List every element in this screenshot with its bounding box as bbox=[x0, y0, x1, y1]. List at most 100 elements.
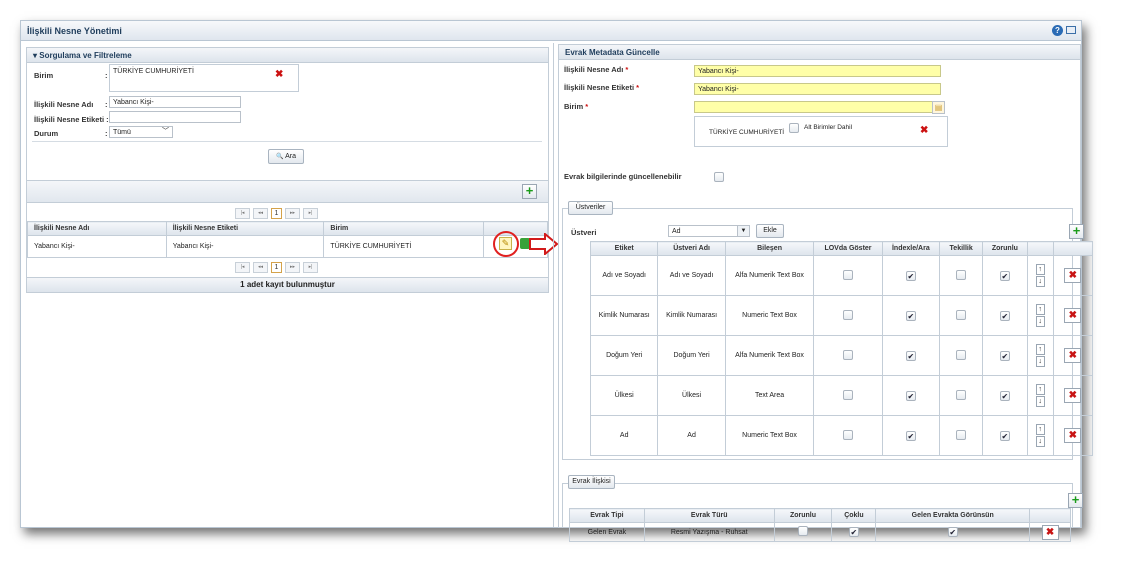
meta-nesne-etiketi-input[interactable]: Yabancı Kişi- bbox=[694, 83, 941, 95]
move-up-icon[interactable]: ↑ bbox=[1035, 344, 1045, 355]
delete-ustveri-button[interactable]: ✖ bbox=[1064, 308, 1082, 323]
zorunlu-checkbox[interactable]: ✔ bbox=[999, 430, 1010, 441]
table-row[interactable]: Ülkesi Ülkesi Text Area ✔ ✔ ↑ ↓ ✖ bbox=[589, 375, 1094, 416]
column-header[interactable]: Çoklu bbox=[831, 508, 877, 523]
delete-ustveri-button[interactable]: ✖ bbox=[1064, 388, 1082, 403]
filter-nesne-etiketi-input[interactable] bbox=[109, 111, 241, 123]
table-row[interactable]: Adı ve Soyadı Adı ve Soyadı Alfa Numerik T… bbox=[589, 255, 1094, 296]
lov-checkbox[interactable] bbox=[843, 349, 853, 360]
column-header[interactable]: Zorunlu bbox=[773, 508, 833, 523]
lov-checkbox[interactable] bbox=[843, 309, 853, 320]
edit-icon[interactable]: ✎ bbox=[499, 237, 512, 250]
column-header[interactable]: Zorunlu bbox=[982, 241, 1028, 256]
folder-picker-icon[interactable]: ▤ bbox=[932, 101, 945, 114]
lov-checkbox[interactable] bbox=[843, 389, 853, 400]
search-button[interactable]: 🔍 Ara bbox=[268, 149, 304, 164]
ustveriler-legend[interactable]: Üstveriler bbox=[568, 201, 613, 215]
pager-last-button[interactable]: ▸| bbox=[303, 208, 318, 219]
gorunsun-checkbox[interactable]: ✔ bbox=[947, 527, 958, 537]
zorunlu-checkbox[interactable]: ✔ bbox=[999, 350, 1010, 361]
move-down-icon[interactable]: ↓ bbox=[1035, 316, 1045, 327]
window-icon[interactable] bbox=[1066, 26, 1076, 34]
column-header[interactable]: Üstveri Adı bbox=[657, 241, 726, 256]
move-up-icon[interactable]: ↑ bbox=[1035, 424, 1045, 435]
move-down-icon[interactable]: ↓ bbox=[1035, 356, 1045, 367]
move-down-icon[interactable]: ↓ bbox=[1035, 436, 1045, 447]
metadata-header: Evrak Metadata Güncelle bbox=[559, 45, 1080, 60]
column-header[interactable]: Bileşen bbox=[724, 241, 815, 256]
pager-prev-button[interactable]: ◂◂ bbox=[253, 262, 268, 273]
remove-birim-icon[interactable]: ✖ bbox=[275, 69, 283, 80]
guncellenebilir-checkbox[interactable] bbox=[714, 172, 724, 182]
ekle-button[interactable]: Ekle bbox=[756, 224, 784, 238]
cell-delete: ✖ bbox=[1052, 415, 1094, 456]
index-checkbox[interactable]: ✔ bbox=[905, 390, 916, 401]
lov-checkbox[interactable] bbox=[843, 269, 853, 280]
pager-first-button[interactable]: |◂ bbox=[235, 208, 250, 219]
index-checkbox[interactable]: ✔ bbox=[905, 430, 916, 441]
table-row[interactable]: Gelen Evrak Resmi Yazışma - Ruhsat ✔ ✔ ✖ bbox=[569, 522, 1071, 542]
move-up-icon[interactable]: ↑ bbox=[1035, 264, 1045, 275]
zorunlu-checkbox[interactable]: ✔ bbox=[999, 390, 1010, 401]
column-header[interactable]: Tekillik bbox=[939, 241, 984, 256]
column-header[interactable]: Birim bbox=[323, 221, 485, 236]
column-header[interactable]: Evrak Tipi bbox=[569, 508, 645, 523]
delete-ustveri-button[interactable]: ✖ bbox=[1064, 428, 1082, 443]
remove-birim-icon[interactable]: ✖ bbox=[920, 125, 928, 136]
pager-next-button[interactable]: ▸▸ bbox=[285, 208, 300, 219]
tekil-checkbox[interactable] bbox=[956, 309, 967, 320]
add-record-button[interactable]: + bbox=[522, 184, 537, 199]
evrak-legend[interactable]: Evrak İlişkisi bbox=[568, 475, 615, 489]
move-up-icon[interactable]: ↑ bbox=[1035, 384, 1045, 395]
coklu-checkbox[interactable]: ✔ bbox=[848, 527, 859, 537]
column-header[interactable]: Gelen Evrakta Görünsün bbox=[875, 508, 1031, 523]
delete-ustveri-button[interactable]: ✖ bbox=[1064, 268, 1082, 283]
column-header[interactable]: İndexle/Ara bbox=[881, 241, 941, 256]
tekil-checkbox[interactable] bbox=[956, 349, 967, 360]
column-header[interactable]: İlişkili Nesne Etiketi bbox=[165, 221, 325, 236]
meta-birim-input[interactable] bbox=[694, 101, 933, 113]
index-checkbox[interactable]: ✔ bbox=[905, 310, 916, 321]
cell-zorunlu: ✔ bbox=[982, 295, 1028, 336]
filter-durum-select[interactable]: Tümü ﹀ bbox=[109, 126, 173, 138]
zorunlu-checkbox[interactable]: ✔ bbox=[999, 310, 1010, 321]
splitter[interactable] bbox=[553, 43, 554, 527]
column-header[interactable]: İlişkili Nesne Adı bbox=[27, 221, 167, 236]
index-checkbox[interactable]: ✔ bbox=[905, 270, 916, 281]
move-down-icon[interactable]: ↓ bbox=[1035, 276, 1045, 287]
tekil-checkbox[interactable] bbox=[956, 429, 967, 440]
filter-header[interactable]: ▾ Sorgulama ve Filtreleme bbox=[27, 48, 548, 63]
delete-ustveri-button[interactable]: ✖ bbox=[1064, 348, 1082, 363]
tekil-checkbox[interactable] bbox=[956, 389, 967, 400]
delete-evrak-button[interactable]: ✖ bbox=[1041, 524, 1059, 540]
move-up-icon[interactable]: ↑ bbox=[1035, 304, 1045, 315]
table-row[interactable]: Ad Ad Numeric Text Box ✔ ✔ ↑ ↓ ✖ bbox=[589, 415, 1094, 456]
filter-nesne-adi-input[interactable]: Yabancı Kişi- bbox=[109, 96, 241, 108]
ustveri-select[interactable]: Ad ▼ bbox=[668, 225, 750, 237]
table-row[interactable]: Yabancı Kişi- Yabancı Kişi- TÜRKİYE CUMH… bbox=[27, 235, 548, 258]
column-header[interactable]: LOVda Göster bbox=[813, 241, 883, 256]
column-header[interactable]: Evrak Türü bbox=[643, 508, 775, 523]
tekil-checkbox[interactable] bbox=[956, 269, 967, 280]
move-down-icon[interactable]: ↓ bbox=[1035, 396, 1045, 407]
add-ustveri-button[interactable]: + bbox=[1069, 224, 1084, 239]
pager-current[interactable]: 1 bbox=[271, 208, 282, 219]
table-row[interactable]: Doğum Yeri Doğum Yeri Alfa Numerik Text Bo… bbox=[589, 335, 1094, 376]
help-icon[interactable]: ? bbox=[1052, 25, 1063, 36]
add-evrak-button[interactable]: + bbox=[1068, 493, 1083, 508]
pager-prev-button[interactable]: ◂◂ bbox=[253, 208, 268, 219]
filter-birim-box[interactable]: TÜRKİYE CUMHURİYETİ ✖ bbox=[109, 64, 299, 92]
zorunlu-checkbox[interactable]: ✔ bbox=[999, 270, 1010, 281]
pager-last-button[interactable]: ▸| bbox=[303, 262, 318, 273]
index-checkbox[interactable]: ✔ bbox=[905, 350, 916, 361]
pager-current[interactable]: 1 bbox=[271, 262, 282, 273]
zorunlu-checkbox[interactable] bbox=[798, 526, 808, 536]
cell-etiket: Adı ve Soyadı bbox=[589, 255, 659, 296]
pager-next-button[interactable]: ▸▸ bbox=[285, 262, 300, 273]
alt-birimler-checkbox[interactable] bbox=[789, 123, 799, 133]
meta-nesne-adi-input[interactable]: Yabancı Kişi- bbox=[694, 65, 941, 77]
lov-checkbox[interactable] bbox=[843, 429, 853, 440]
table-row[interactable]: Kimlik Numarası Kimlik Numarası Numeric Te… bbox=[589, 295, 1094, 336]
column-header[interactable]: Etiket bbox=[589, 241, 659, 256]
pager-first-button[interactable]: |◂ bbox=[235, 262, 250, 273]
